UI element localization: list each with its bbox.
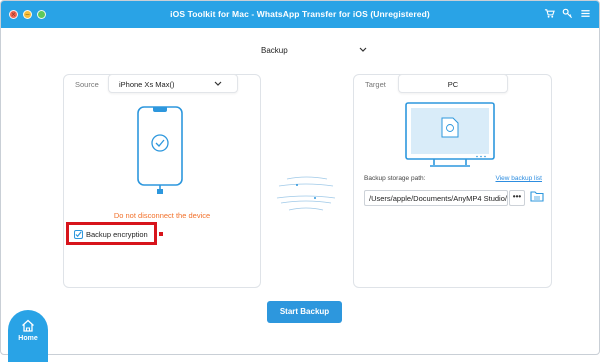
computer-monitor-icon [405,102,495,167]
window-title: iOS Toolkit for Mac - WhatsApp Transfer … [170,9,430,19]
cart-icon[interactable] [544,8,555,19]
target-label: Target [365,80,386,89]
storage-path-value: /Users/apple/Documents/AnyMP4 Studio/ [369,194,507,203]
title-bar: × − iOS Toolkit for Mac - WhatsApp Trans… [1,1,599,28]
transfer-arrows-icon [276,176,336,211]
target-panel: Target PC Backup storage path: View back… [353,74,552,288]
mode-select-label[interactable]: Backup [261,46,288,55]
menu-icon[interactable] [580,8,591,19]
home-button[interactable]: Home [8,310,48,362]
target-value: PC [447,80,459,89]
backup-encryption-label[interactable]: Backup encryption [86,230,148,239]
phone-icon [137,106,183,194]
source-panel: Source iPhone Xs Max() Do not disconnect… [63,74,261,288]
disconnect-warning: Do not disconnect the device [113,211,211,220]
device-dropdown[interactable]: iPhone Xs Max() [108,74,238,93]
home-label: Home [18,335,38,342]
view-backup-list-link[interactable]: View backup list [496,175,543,182]
start-backup-button[interactable]: Start Backup [267,301,342,323]
chevron-down-icon [214,81,222,86]
title-bar-icons [544,8,591,19]
device-name: iPhone Xs Max() [119,80,175,89]
key-icon[interactable] [562,8,573,19]
app-window: × − iOS Toolkit for Mac - WhatsApp Trans… [0,0,600,355]
highlight-marker [159,232,163,236]
home-icon [22,319,34,332]
target-selector[interactable]: PC [398,74,508,93]
storage-path-label: Backup storage path: [364,175,426,182]
browse-button[interactable]: ••• [509,190,525,206]
backup-encryption-checkbox[interactable] [74,230,83,239]
storage-path-input[interactable]: /Users/apple/Documents/AnyMP4 Studio/ [364,190,508,206]
folder-icon[interactable] [530,190,544,202]
chevron-down-icon[interactable] [359,47,367,53]
check-icon [75,231,82,238]
source-label: Source [75,80,99,89]
